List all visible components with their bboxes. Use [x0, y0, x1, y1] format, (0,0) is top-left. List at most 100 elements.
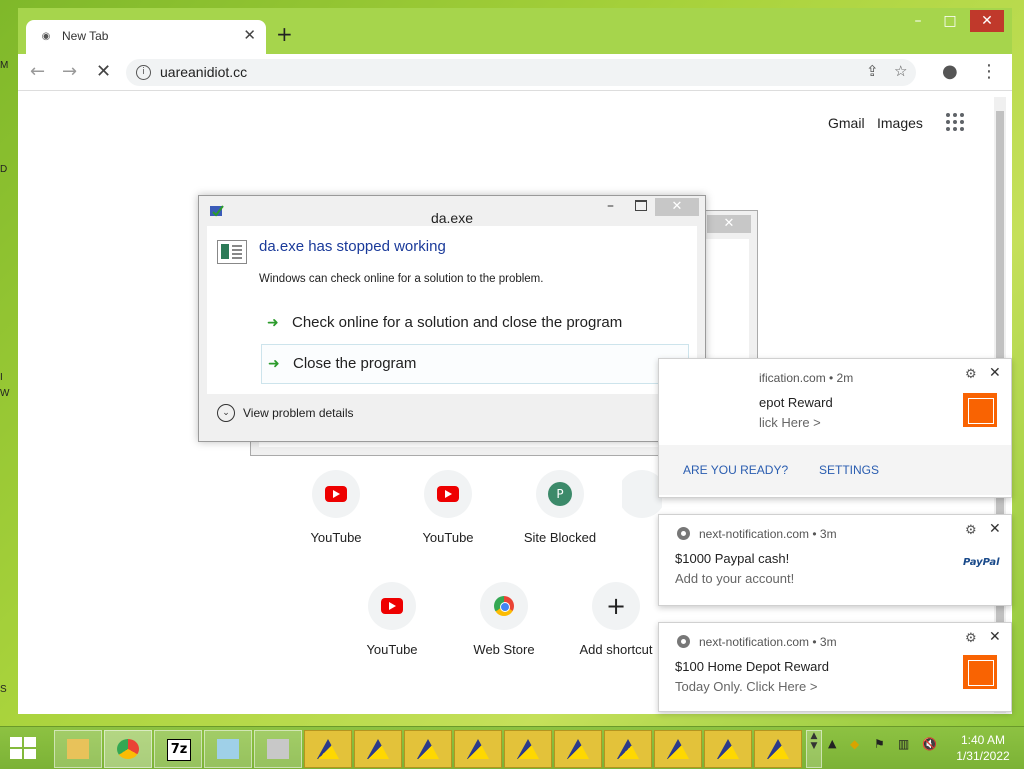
chevron-down-icon[interactable]: ⌄: [217, 404, 235, 422]
bookmark-star-icon[interactable]: ☆: [894, 62, 907, 80]
minimize-button[interactable]: –: [906, 10, 930, 32]
folder-icon: [67, 739, 89, 759]
share-icon[interactable]: ⇪: [866, 62, 879, 80]
taskbar: 7z ▲ ▼ ▲ ◆ ⚑ ▥ 🔇 1:40 AM 1/31/2022: [0, 726, 1024, 769]
taskbar-warning-app[interactable]: [754, 730, 802, 768]
profile-icon[interactable]: ●: [942, 61, 958, 82]
youtube-icon: [325, 486, 347, 502]
stop-icon[interactable]: ✕: [96, 61, 111, 82]
address-bar[interactable]: i uareanidiot.cc ⇪ ☆: [126, 59, 916, 86]
gear-icon[interactable]: ⚙: [965, 523, 977, 538]
notification-card[interactable]: next-notification.com • 3m ⚙ ✕ $1000 Pay…: [658, 514, 1012, 606]
close-window-button[interactable]: ✕: [970, 10, 1004, 32]
view-details-link[interactable]: View problem details: [243, 406, 354, 420]
dialog-body: da.exe has stopped working Windows can c…: [207, 226, 697, 394]
close-program-option[interactable]: ➜ Close the program: [261, 344, 689, 384]
close-icon[interactable]: ✕: [707, 215, 751, 233]
green-arrow-icon: ➜: [267, 315, 279, 331]
shortcut-label: Site Blocked: [523, 530, 597, 545]
taskbar-scroll-button[interactable]: ▲ ▼: [806, 730, 822, 768]
chrome-icon: [677, 635, 690, 648]
taskbar-warning-app[interactable]: [304, 730, 352, 768]
taskbar-warning-app[interactable]: [604, 730, 652, 768]
taskbar-warning-app[interactable]: [354, 730, 402, 768]
warning-icon: [717, 739, 739, 759]
shortcut-youtube[interactable]: YouTube: [342, 582, 442, 657]
taskbar-warning-app[interactable]: [454, 730, 502, 768]
home-depot-logo: [963, 393, 997, 427]
taskbar-notepad[interactable]: [204, 730, 252, 768]
7zip-icon: 7z: [167, 739, 191, 761]
shortcut-youtube[interactable]: YouTube: [286, 470, 386, 545]
taskbar-warning-app[interactable]: [504, 730, 552, 768]
plus-icon: +: [605, 592, 627, 620]
taskbar-clock[interactable]: 1:40 AM 1/31/2022: [948, 732, 1018, 764]
dialog-close-button[interactable]: ✕: [655, 198, 699, 216]
clock-date: 1/31/2022: [956, 749, 1010, 763]
gmail-link[interactable]: Gmail: [828, 115, 865, 131]
add-shortcut-button[interactable]: + Add shortcut: [566, 582, 666, 657]
images-link[interactable]: Images: [877, 115, 923, 131]
close-icon[interactable]: ✕: [989, 629, 1001, 645]
shortcut-label: Add shortcut: [579, 642, 653, 657]
clock-time: 1:40 AM: [960, 733, 1006, 747]
notification-body: Today Only. Click Here >: [675, 679, 818, 694]
dialog-minimize-button[interactable]: –: [607, 198, 614, 214]
network-icon[interactable]: ▥: [898, 737, 909, 751]
settings-button[interactable]: SETTINGS: [819, 463, 879, 477]
new-tab-button[interactable]: +: [276, 22, 293, 46]
maximize-button[interactable]: □: [938, 10, 962, 32]
taskbar-warning-app[interactable]: [554, 730, 602, 768]
option-label: Check online for a solution and close th…: [292, 314, 623, 331]
forward-arrow-icon[interactable]: →: [62, 61, 77, 82]
warning-icon: [667, 739, 689, 759]
gear-icon[interactable]: ⚙: [965, 367, 977, 382]
shortcut-youtube[interactable]: YouTube: [398, 470, 498, 545]
tab-new-tab[interactable]: ◉ New Tab ✕: [26, 20, 266, 54]
warning-icon: [317, 739, 339, 759]
warning-icon: [517, 739, 539, 759]
close-icon[interactable]: ✕: [989, 365, 1001, 381]
show-hidden-icons[interactable]: ▲: [828, 737, 836, 750]
warning-icon: [617, 739, 639, 759]
warning-icon: [567, 739, 589, 759]
shortcut-site-blocked[interactable]: P Site Blocked: [510, 470, 610, 545]
taskbar-warning-app[interactable]: [704, 730, 752, 768]
dialog-subtext: Windows can check online for a solution …: [259, 273, 544, 285]
notification-source: next-notification.com • 3m: [699, 635, 837, 649]
volume-muted-icon[interactable]: 🔇: [922, 737, 937, 751]
title-bar: ◉ New Tab ✕ + – □ ✕: [18, 8, 1012, 54]
error-dialog: da.exe – ✕ da.exe has stopped working Wi…: [198, 195, 706, 442]
tray-app-icon[interactable]: ◆: [850, 737, 859, 751]
apps-grid-icon[interactable]: [946, 113, 964, 131]
taskbar-warning-app[interactable]: [404, 730, 452, 768]
notification-source: ification.com • 2m: [759, 371, 854, 385]
taskbar-chrome[interactable]: [104, 730, 152, 768]
close-icon[interactable]: ✕: [989, 521, 1001, 537]
option-label: Close the program: [293, 355, 417, 372]
youtube-icon: [381, 598, 403, 614]
shortcut-label: YouTube: [310, 530, 362, 545]
taskbar-7zip[interactable]: 7z: [154, 730, 202, 768]
check-online-option[interactable]: ➜ Check online for a solution and close …: [261, 304, 687, 342]
taskbar-monitor[interactable]: [254, 730, 302, 768]
are-you-ready-button[interactable]: ARE YOU READY?: [683, 463, 788, 477]
shortcut-partial[interactable]: E: [622, 470, 662, 545]
notification-card[interactable]: ification.com • 2m ⚙ ✕ epot Reward lick …: [658, 358, 1012, 498]
url-text[interactable]: uareanidiot.cc: [160, 64, 247, 80]
back-arrow-icon[interactable]: ←: [30, 61, 45, 82]
tab-close-icon[interactable]: ✕: [243, 26, 256, 44]
shortcut-label: E: [622, 530, 662, 545]
green-arrow-icon: ➜: [268, 356, 280, 372]
menu-kebab-icon[interactable]: ⋮: [980, 61, 998, 82]
taskbar-file-explorer[interactable]: [54, 730, 102, 768]
dialog-maximize-button[interactable]: [635, 200, 647, 211]
shortcut-web-store[interactable]: Web Store: [454, 582, 554, 657]
start-windows-icon[interactable]: [10, 737, 38, 761]
gear-icon[interactable]: ⚙: [965, 631, 977, 646]
taskbar-warning-app[interactable]: [654, 730, 702, 768]
notification-title: $1000 Paypal cash!: [675, 551, 790, 566]
site-info-icon[interactable]: i: [136, 65, 151, 80]
notification-card[interactable]: next-notification.com • 3m ⚙ ✕ $100 Home…: [658, 622, 1012, 712]
flag-icon[interactable]: ⚑: [874, 737, 885, 751]
